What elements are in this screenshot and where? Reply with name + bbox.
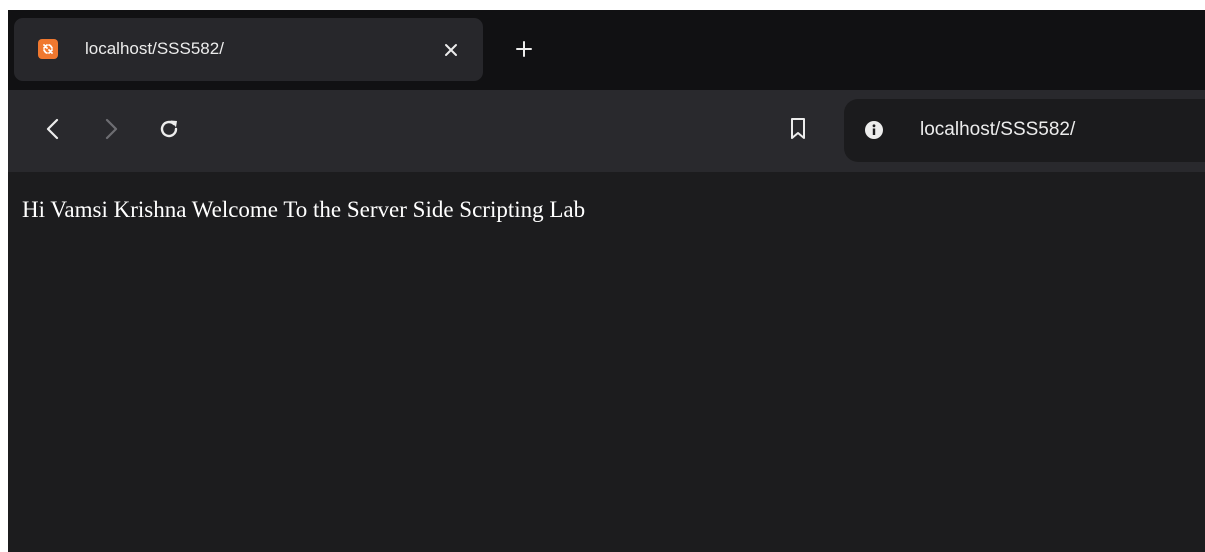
welcome-message: Hi Vamsi Krishna Welcome To the Server S…: [22, 197, 586, 222]
tab-title: localhost/SSS582/: [85, 39, 224, 58]
page-content: Hi Vamsi Krishna Welcome To the Server S…: [8, 172, 1205, 552]
close-icon[interactable]: [440, 39, 462, 61]
reload-icon[interactable]: [154, 114, 184, 144]
address-bar[interactable]: localhost/SSS582/: [844, 99, 1205, 162]
bookmark-icon[interactable]: [783, 114, 813, 144]
browser-toolbar: localhost/SSS582/: [8, 90, 1205, 172]
back-arrow-icon[interactable]: [38, 114, 68, 144]
address-url[interactable]: localhost/SSS582/: [920, 119, 1075, 141]
xampp-icon: [38, 39, 58, 59]
browser-window: localhost/SSS582/ localhost/SSS582/ Hi V…: [8, 10, 1205, 552]
plus-icon[interactable]: [511, 36, 537, 62]
browser-tab[interactable]: localhost/SSS582/: [14, 18, 483, 81]
tab-strip: localhost/SSS582/: [8, 10, 1205, 90]
forward-arrow-icon[interactable]: [96, 114, 126, 144]
info-icon[interactable]: [864, 120, 884, 140]
